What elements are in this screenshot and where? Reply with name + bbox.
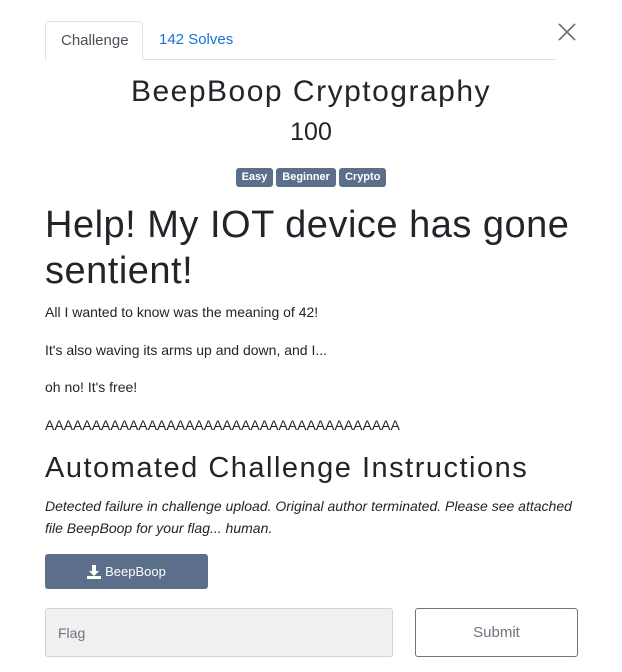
close-icon — [558, 23, 576, 41]
flag-input[interactable] — [45, 608, 393, 657]
tag-badge: Easy — [235, 168, 274, 187]
description-paragraph: It's also waving its arms up and down, a… — [45, 342, 328, 358]
challenge-tags: Easy Beginner Crypto — [0, 168, 622, 187]
close-button[interactable] — [556, 21, 578, 43]
tab-solves[interactable]: 142 Solves — [144, 21, 248, 59]
download-file-button[interactable]: BeepBoop — [45, 554, 208, 589]
challenge-points: 100 — [290, 118, 332, 146]
description-heading: Help! My IOT device has gone sentient! — [45, 204, 570, 292]
description-paragraph: All I wanted to know was the meaning of … — [45, 304, 319, 320]
instructions-heading: Automated Challenge Instructions — [45, 452, 529, 484]
submit-button[interactable]: Submit — [415, 608, 578, 657]
tab-challenge[interactable]: Challenge — [45, 21, 143, 60]
description-paragraph: AAAAAAAAAAAAAAAAAAAAAAAAAAAAAAAAAAAAAA — [45, 417, 400, 433]
challenge-modal: Challenge 142 Solves BeepBoop Cryptograp… — [0, 0, 622, 672]
instructions-text: Detected failure in challenge upload. Or… — [45, 498, 572, 536]
description-paragraph: oh no! It's free! — [45, 379, 138, 395]
challenge-tabs: Challenge 142 Solves — [45, 21, 556, 60]
tag-badge: Beginner — [276, 168, 336, 187]
download-icon — [87, 564, 102, 579]
tag-badge: Crypto — [338, 168, 387, 187]
download-file-label: BeepBoop — [105, 564, 166, 579]
challenge-name: BeepBoop Cryptography — [130, 75, 492, 108]
